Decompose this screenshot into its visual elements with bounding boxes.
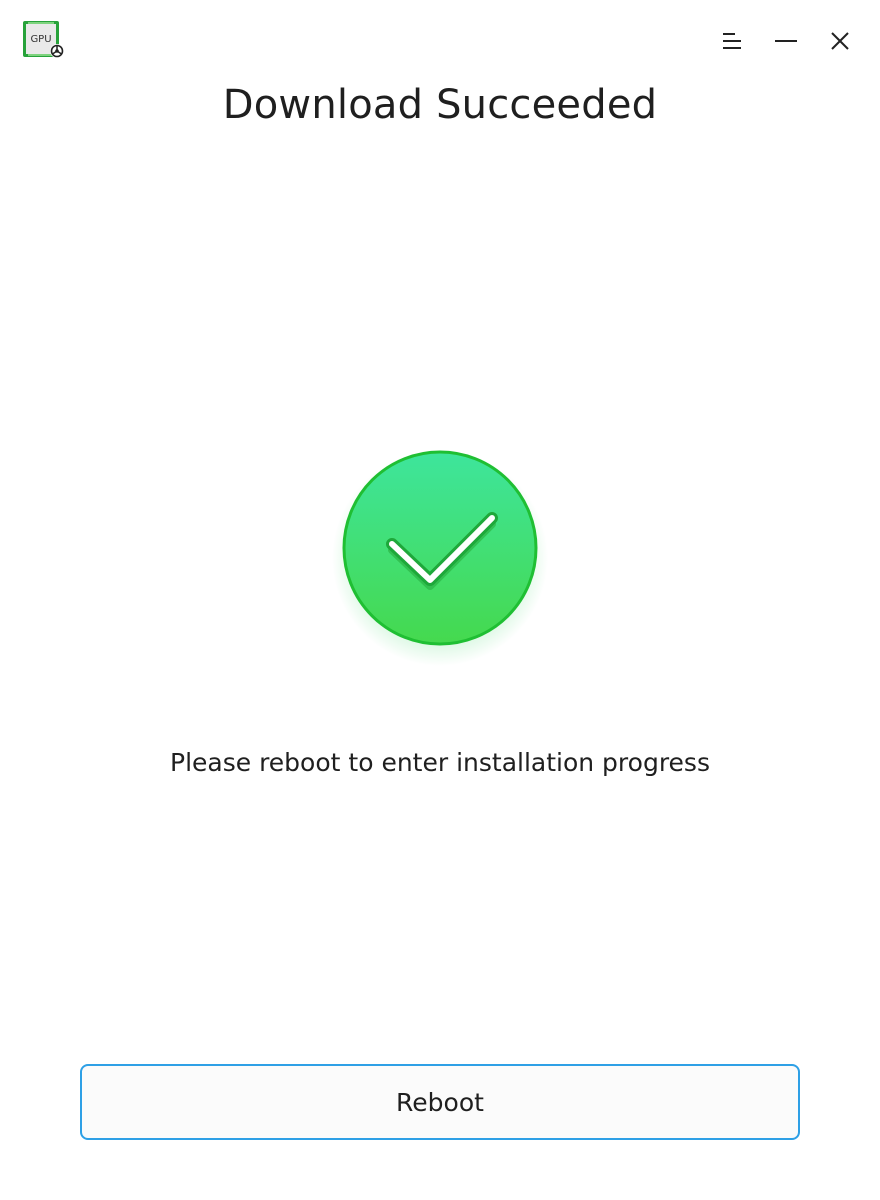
reboot-button-label: Reboot xyxy=(396,1087,484,1117)
gpu-app-icon: GPU xyxy=(22,20,66,60)
installer-window: GPU Download Succeeded Please reboot to … xyxy=(0,0,880,1200)
close-button[interactable] xyxy=(820,24,860,58)
minimize-button[interactable] xyxy=(766,24,806,58)
menu-icon xyxy=(723,33,741,49)
gpu-icon-text: GPU xyxy=(30,34,51,45)
reboot-button[interactable]: Reboot xyxy=(80,1064,800,1140)
menu-button[interactable] xyxy=(712,24,752,58)
status-message: Please reboot to enter installation prog… xyxy=(170,748,710,777)
window-controls xyxy=(712,24,860,58)
page-title: Download Succeeded xyxy=(222,82,658,128)
success-check-icon xyxy=(330,440,550,670)
minimize-icon xyxy=(775,40,797,42)
close-icon xyxy=(831,32,849,50)
